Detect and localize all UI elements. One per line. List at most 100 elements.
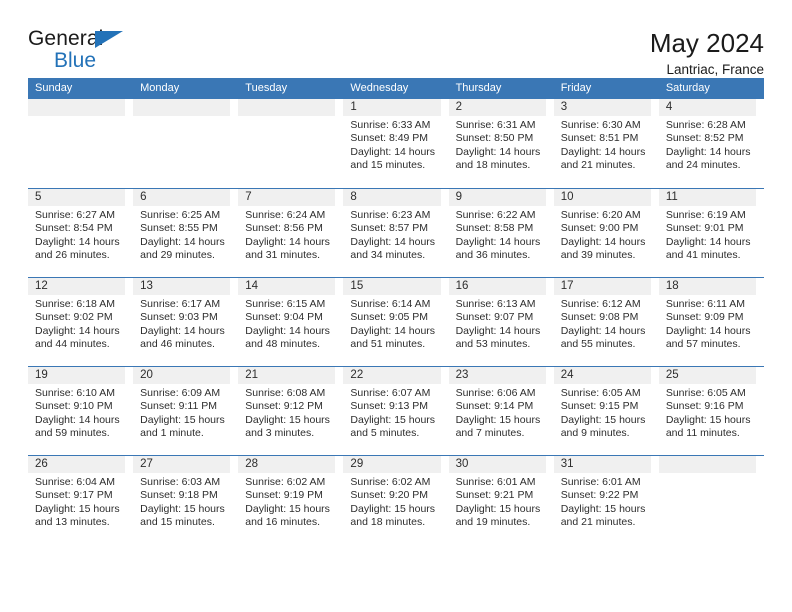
sunset-text: Sunset: 8:56 PM <box>245 222 323 235</box>
day-cell-8[interactable]: 8 Sunrise: 6:23 AM Sunset: 8:57 PM Daylight… <box>343 189 448 277</box>
day-cell-20[interactable]: 20 Sunrise: 6:09 AM Sunset: 9:11 PM Dayligh… <box>133 367 238 455</box>
day-cell-28[interactable]: 28 Sunrise: 6:02 AM Sunset: 9:19 PM Dayligh… <box>238 456 343 544</box>
daylight-text: Daylight: 14 hours and 15 minutes. <box>350 145 436 172</box>
sunrise-text: Sunrise: 6:17 AM <box>140 298 221 310</box>
day-sun-info: Sunrise: 6:25 AM Sunset: 8:55 PM Daylight:… <box>133 206 230 263</box>
daylight-text: Daylight: 15 hours and 21 minutes. <box>560 502 646 529</box>
day-cell-29[interactable]: 29 Sunrise: 6:02 AM Sunset: 9:20 PM Dayligh… <box>343 456 448 544</box>
day-cell-11[interactable]: 11 Sunrise: 6:19 AM Sunset: 9:01 PM Dayligh… <box>658 189 764 277</box>
day-sun-info: Sunrise: 6:06 AM Sunset: 9:14 PM Daylight:… <box>449 384 546 441</box>
day-number: 21 <box>238 367 336 384</box>
daylight-text: Daylight: 15 hours and 19 minutes. <box>455 502 541 529</box>
day-cell-1[interactable]: 1 Sunrise: 6:33 AM Sunset: 8:49 PM Daylight… <box>343 99 448 188</box>
sunrise-text: Sunrise: 6:28 AM <box>665 119 746 131</box>
day-cell-27[interactable]: 27 Sunrise: 6:03 AM Sunset: 9:18 PM Dayligh… <box>133 456 238 544</box>
day-cell-12[interactable]: 12 Sunrise: 6:18 AM Sunset: 9:02 PM Dayligh… <box>28 278 133 366</box>
day-number: 5 <box>28 189 126 206</box>
day-number: 14 <box>238 278 336 295</box>
day-sun-info: Sunrise: 6:03 AM Sunset: 9:18 PM Daylight:… <box>133 473 230 530</box>
day-cell-4[interactable]: 4 Sunrise: 6:28 AM Sunset: 8:52 PM Daylight… <box>658 99 764 188</box>
day-cell-18[interactable]: 18 Sunrise: 6:11 AM Sunset: 9:09 PM Dayligh… <box>658 278 764 366</box>
sunrise-text: Sunrise: 6:14 AM <box>350 298 431 310</box>
daylight-text: Daylight: 15 hours and 15 minutes. <box>140 502 225 529</box>
day-number: 18 <box>658 278 756 295</box>
sunrise-text: Sunrise: 6:20 AM <box>560 209 641 221</box>
day-number: 4 <box>658 99 756 116</box>
day-number: 9 <box>448 189 546 206</box>
sunset-text: Sunset: 9:17 PM <box>35 489 113 502</box>
day-cell-10[interactable]: 10 Sunrise: 6:20 AM Sunset: 9:00 PM Dayligh… <box>553 189 659 277</box>
day-sun-info: Sunrise: 6:02 AM Sunset: 9:20 PM Daylight:… <box>343 473 440 530</box>
day-number: 15 <box>343 278 441 295</box>
day-number: 7 <box>238 189 336 206</box>
day-sun-info: Sunrise: 6:05 AM Sunset: 9:16 PM Daylight:… <box>659 384 756 441</box>
day-cell-6[interactable]: 6 Sunrise: 6:25 AM Sunset: 8:55 PM Daylight… <box>133 189 238 277</box>
day-sun-info: Sunrise: 6:01 AM Sunset: 9:22 PM Daylight:… <box>554 473 651 530</box>
day-cell-3[interactable]: 3 Sunrise: 6:30 AM Sunset: 8:51 PM Daylight… <box>553 99 659 188</box>
day-cell-22[interactable]: 22 Sunrise: 6:07 AM Sunset: 9:13 PM Dayligh… <box>343 367 448 455</box>
day-cell-24[interactable]: 24 Sunrise: 6:05 AM Sunset: 9:15 PM Dayligh… <box>553 367 659 455</box>
sunrise-text: Sunrise: 6:02 AM <box>350 476 431 488</box>
day-sun-info: Sunrise: 6:27 AM Sunset: 8:54 PM Daylight:… <box>28 206 125 263</box>
sunrise-text: Sunrise: 6:05 AM <box>665 387 746 399</box>
sunrise-text: Sunrise: 6:25 AM <box>140 209 221 221</box>
day-sun-info: Sunrise: 6:10 AM Sunset: 9:10 PM Daylight:… <box>28 384 125 441</box>
sunset-text: Sunset: 9:11 PM <box>140 400 217 413</box>
brand-logo[interactable]: General Blue <box>28 28 138 74</box>
triangle-right-icon <box>95 31 123 48</box>
day-cell-21[interactable]: 21 Sunrise: 6:08 AM Sunset: 9:12 PM Dayligh… <box>238 367 343 455</box>
day-number: 16 <box>448 278 546 295</box>
day-cell-30[interactable]: 30 Sunrise: 6:01 AM Sunset: 9:21 PM Dayligh… <box>448 456 554 544</box>
day-cell-26[interactable]: 26 Sunrise: 6:04 AM Sunset: 9:17 PM Dayligh… <box>28 456 133 544</box>
sunset-text: Sunset: 9:14 PM <box>455 400 534 413</box>
day-cell-23[interactable]: 23 Sunrise: 6:06 AM Sunset: 9:14 PM Dayligh… <box>448 367 554 455</box>
day-number: 31 <box>553 456 651 473</box>
sunrise-text: Sunrise: 6:10 AM <box>35 387 115 399</box>
sunset-text: Sunset: 9:05 PM <box>350 311 429 324</box>
day-cell-5[interactable]: 5 Sunrise: 6:27 AM Sunset: 8:54 PM Daylight… <box>28 189 133 277</box>
sunset-text: Sunset: 9:22 PM <box>560 489 639 502</box>
sunset-text: Sunset: 9:01 PM <box>665 222 744 235</box>
daylight-text: Daylight: 14 hours and 26 minutes. <box>35 235 120 262</box>
weekday-header-wednesday: Wednesday <box>350 82 409 94</box>
daylight-text: Daylight: 14 hours and 18 minutes. <box>455 145 541 172</box>
sunrise-text: Sunrise: 6:03 AM <box>140 476 221 488</box>
sunrise-text: Sunrise: 6:30 AM <box>560 119 641 131</box>
sunrise-text: Sunrise: 6:01 AM <box>560 476 641 488</box>
day-sun-info: Sunrise: 6:22 AM Sunset: 8:58 PM Daylight:… <box>449 206 546 263</box>
sunset-text: Sunset: 9:10 PM <box>35 400 113 413</box>
calendar-week-row: 1 Sunrise: 6:33 AM Sunset: 8:49 PM Daylight… <box>28 99 764 188</box>
weekday-header-monday: Monday <box>140 82 180 94</box>
day-number <box>28 99 126 116</box>
page-location: Lantriac, France <box>666 62 764 78</box>
day-cell-31[interactable]: 31 Sunrise: 6:01 AM Sunset: 9:22 PM Dayligh… <box>553 456 659 544</box>
sunrise-text: Sunrise: 6:22 AM <box>455 209 536 221</box>
calendar-grid: Sunday Monday Tuesday Wednesday Thursday Frid… <box>28 78 764 544</box>
day-cell-14[interactable]: 14 Sunrise: 6:15 AM Sunset: 9:04 PM Dayligh… <box>238 278 343 366</box>
day-cell-9[interactable]: 9 Sunrise: 6:22 AM Sunset: 8:58 PM Daylight… <box>448 189 554 277</box>
sunrise-text: Sunrise: 6:15 AM <box>245 298 326 310</box>
sunrise-text: Sunrise: 6:04 AM <box>35 476 115 488</box>
day-cell-2[interactable]: 2 Sunrise: 6:31 AM Sunset: 8:50 PM Daylight… <box>448 99 554 188</box>
sunset-text: Sunset: 9:19 PM <box>245 489 323 502</box>
sunset-text: Sunset: 9:12 PM <box>245 400 323 413</box>
sunset-text: Sunset: 9:07 PM <box>455 311 534 324</box>
daylight-text: Daylight: 14 hours and 51 minutes. <box>350 324 436 351</box>
day-cell-13[interactable]: 13 Sunrise: 6:17 AM Sunset: 9:03 PM Dayligh… <box>133 278 238 366</box>
day-cell-25[interactable]: 25 Sunrise: 6:05 AM Sunset: 9:16 PM Dayligh… <box>658 367 764 455</box>
brand-name-blue: Blue <box>54 49 97 72</box>
day-cell-19[interactable]: 19 Sunrise: 6:10 AM Sunset: 9:10 PM Dayligh… <box>28 367 133 455</box>
day-sun-info: Sunrise: 6:24 AM Sunset: 8:56 PM Daylight:… <box>238 206 335 263</box>
sunrise-text: Sunrise: 6:33 AM <box>350 119 431 131</box>
sunset-text: Sunset: 8:49 PM <box>350 132 429 145</box>
daylight-text: Daylight: 14 hours and 53 minutes. <box>455 324 541 351</box>
day-cell-7[interactable]: 7 Sunrise: 6:24 AM Sunset: 8:56 PM Daylight… <box>238 189 343 277</box>
day-cell-15[interactable]: 15 Sunrise: 6:14 AM Sunset: 9:05 PM Dayligh… <box>343 278 448 366</box>
day-cell-17[interactable]: 17 Sunrise: 6:12 AM Sunset: 9:08 PM Dayligh… <box>553 278 659 366</box>
day-cell-16[interactable]: 16 Sunrise: 6:13 AM Sunset: 9:07 PM Dayligh… <box>448 278 554 366</box>
sunset-text: Sunset: 8:55 PM <box>140 222 218 235</box>
sunrise-text: Sunrise: 6:24 AM <box>245 209 326 221</box>
sunset-text: Sunset: 9:04 PM <box>245 311 323 324</box>
sunset-text: Sunset: 9:03 PM <box>140 311 218 324</box>
calendar-weeks: 1 Sunrise: 6:33 AM Sunset: 8:49 PM Daylight… <box>28 99 764 544</box>
